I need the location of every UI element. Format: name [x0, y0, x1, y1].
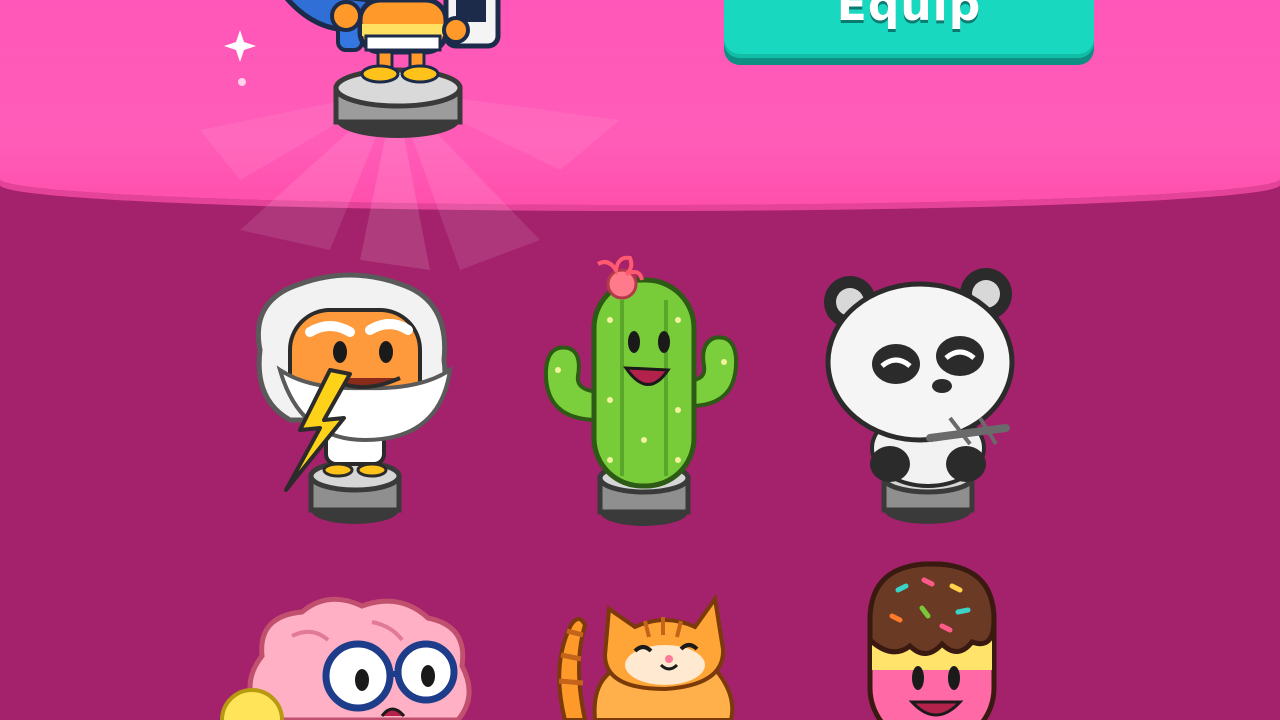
- brain-figure-icon: [220, 596, 472, 720]
- panda-figure-icon: [824, 268, 1015, 524]
- selected-figure[interactable]: [224, 0, 540, 160]
- figure-card-cactus[interactable]: [538, 250, 748, 530]
- figure-card-ice-pop[interactable]: [862, 560, 1002, 720]
- cat-figure-icon: [557, 593, 735, 720]
- burger-kid-figure-icon: [224, 0, 501, 138]
- figure-card-brain[interactable]: [220, 596, 482, 720]
- equip-button[interactable]: Equip: [724, 0, 1094, 58]
- equip-button-label: Equip: [836, 0, 982, 31]
- figure-card-panda[interactable]: [820, 268, 1020, 528]
- zeus-figure-icon: [255, 272, 453, 524]
- ice-pop-figure-icon: [867, 561, 997, 720]
- figure-card-cat[interactable]: [545, 585, 745, 720]
- figure-card-zeus[interactable]: [240, 270, 470, 530]
- cactus-figure-icon: [543, 255, 739, 526]
